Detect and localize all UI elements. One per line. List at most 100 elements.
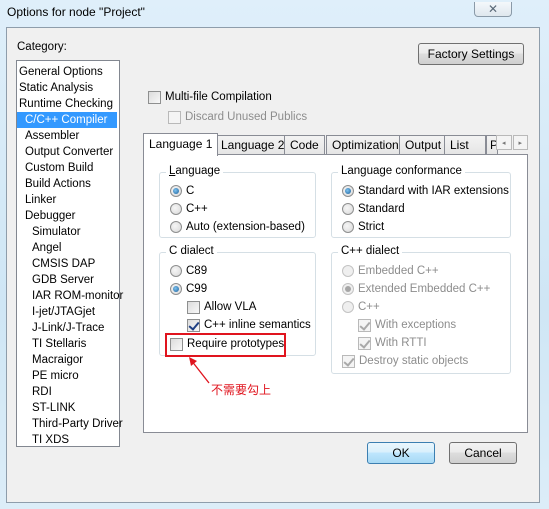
language-auto-radio[interactable]: Auto (extension-based) <box>170 219 305 235</box>
category-item[interactable]: I-jet/JTAGjet <box>17 304 119 320</box>
allow-vla-checkbox[interactable]: Allow VLA <box>187 299 256 315</box>
checkbox-box[interactable] <box>168 110 181 124</box>
category-item[interactable]: ST-LINK <box>17 400 119 416</box>
checkbox-box[interactable] <box>342 354 355 368</box>
radio-circle[interactable] <box>342 283 354 295</box>
discard-unused-publics-label: Discard Unused Publics <box>185 111 308 123</box>
category-item[interactable]: Custom Build <box>17 160 119 176</box>
radio-label: C <box>186 185 195 197</box>
checkbox-box[interactable] <box>187 300 200 314</box>
category-item[interactable]: TI Stellaris <box>17 336 119 352</box>
c89-radio[interactable]: C89 <box>170 263 207 279</box>
tab-scroll-buttons: ◂ ▸ <box>496 135 528 150</box>
scroll-right-icon[interactable]: ▸ <box>512 135 528 150</box>
ok-button[interactable]: OK <box>367 442 435 464</box>
checkbox-box[interactable] <box>187 318 200 332</box>
tab-language-2[interactable]: Language 2 <box>215 135 291 154</box>
radio-circle[interactable] <box>342 265 354 277</box>
language-group: Language C C++ Auto (extension-based) <box>159 165 316 238</box>
checkbox-box[interactable] <box>358 336 371 350</box>
conformance-iar-radio[interactable]: Standard with IAR extensions <box>342 183 509 199</box>
category-item[interactable]: TI XDS <box>17 432 119 448</box>
radio-label: Auto (extension-based) <box>186 221 305 233</box>
conformance-standard-radio[interactable]: Standard <box>342 201 405 217</box>
cpp-radio[interactable]: C++ <box>342 299 380 315</box>
multi-file-compilation-checkbox[interactable]: Multi-file Compilation <box>148 89 272 105</box>
checkbox-box[interactable] <box>148 90 161 104</box>
factory-settings-button[interactable]: Factory Settings <box>418 43 524 65</box>
radio-circle[interactable] <box>342 203 354 215</box>
radio-label: Strict <box>358 221 385 233</box>
category-item[interactable]: Assembler <box>17 128 119 144</box>
radio-circle[interactable] <box>170 265 182 277</box>
category-item[interactable]: C/C++ Compiler <box>17 112 117 128</box>
radio-circle[interactable] <box>342 301 354 313</box>
extended-embedded-cpp-radio[interactable]: Extended Embedded C++ <box>342 281 490 297</box>
tab-language-1[interactable]: Language 1 <box>143 133 219 156</box>
radio-circle[interactable] <box>170 203 182 215</box>
tab-optimizations[interactable]: Optimizations <box>326 135 411 154</box>
language-conformance-group: Language conformance Standard with IAR e… <box>331 165 511 238</box>
language-cpp-radio[interactable]: C++ <box>170 201 208 217</box>
cancel-button[interactable]: Cancel <box>449 442 517 464</box>
category-item[interactable]: GDB Server <box>17 272 119 288</box>
checkbox-label: Destroy static objects <box>359 355 469 367</box>
conformance-strict-radio[interactable]: Strict <box>342 219 384 235</box>
radio-label: C89 <box>186 265 208 277</box>
with-exceptions-checkbox[interactable]: With exceptions <box>358 317 456 333</box>
checkbox-label: With RTTI <box>375 337 427 349</box>
discard-unused-publics-checkbox[interactable]: Discard Unused Publics <box>168 109 307 125</box>
radio-label: C++ <box>186 203 208 215</box>
with-rtti-checkbox[interactable]: With RTTI <box>358 335 427 351</box>
cpp-dialect-group: C++ dialect Embedded C++ Extended Embedd… <box>331 245 511 374</box>
radio-circle[interactable] <box>342 221 354 233</box>
category-item[interactable]: PE micro <box>17 368 119 384</box>
radio-label: Standard <box>358 203 405 215</box>
category-item[interactable]: Third-Party Driver <box>17 416 123 432</box>
radio-label: Standard with IAR extensions <box>358 185 509 197</box>
language-group-title: Language <box>166 165 224 177</box>
tab-panel: Language C C++ Auto (extension-based) La… <box>143 154 528 433</box>
category-item[interactable]: J-Link/J-Trace <box>17 320 119 336</box>
category-item[interactable]: CMSIS DAP <box>17 256 119 272</box>
category-item[interactable]: Build Actions <box>17 176 119 192</box>
cpp-dialect-group-title: C++ dialect <box>338 245 403 257</box>
cpp-inline-semantics-checkbox[interactable]: C++ inline semantics <box>187 317 311 333</box>
close-x-icon: ✕ <box>487 2 499 16</box>
tab-code[interactable]: Code <box>284 135 325 154</box>
category-item[interactable]: Debugger <box>17 208 119 224</box>
category-item[interactable]: Runtime Checking <box>17 96 119 112</box>
category-label: Category: <box>17 41 67 53</box>
multi-file-compilation-label: Multi-file Compilation <box>165 91 272 103</box>
category-item[interactable]: IAR ROM-monitor <box>17 288 123 304</box>
close-button[interactable]: ✕ <box>474 2 512 17</box>
conformance-group-title: Language conformance <box>338 165 465 177</box>
tab-output[interactable]: Output <box>399 135 448 154</box>
embedded-cpp-radio[interactable]: Embedded C++ <box>342 263 439 279</box>
radio-circle[interactable] <box>170 221 182 233</box>
radio-circle[interactable] <box>170 185 182 197</box>
category-item[interactable]: Simulator <box>17 224 119 240</box>
checkbox-label: Allow VLA <box>204 301 257 313</box>
c-dialect-group-title: C dialect <box>166 245 217 257</box>
language-c-radio[interactable]: C <box>170 183 194 199</box>
category-item[interactable]: Angel <box>17 240 119 256</box>
tab-list[interactable]: List <box>444 135 486 154</box>
category-list[interactable]: General Options Static Analysis Runtime Ch… <box>16 60 123 448</box>
category-item[interactable]: Macraigor <box>17 352 119 368</box>
radio-label: C99 <box>186 283 208 295</box>
c99-radio[interactable]: C99 <box>170 281 207 297</box>
radio-label: Embedded C++ <box>358 265 439 277</box>
category-item[interactable]: RDI <box>17 384 119 400</box>
category-item[interactable]: Static Analysis <box>17 80 119 96</box>
category-item[interactable]: Linker <box>17 192 119 208</box>
radio-circle[interactable] <box>170 283 182 295</box>
radio-label: C++ <box>358 301 380 313</box>
destroy-static-objects-checkbox[interactable]: Destroy static objects <box>342 353 468 369</box>
checkbox-box[interactable] <box>358 318 371 332</box>
category-item[interactable]: General Options <box>17 64 119 80</box>
radio-circle[interactable] <box>342 185 354 197</box>
radio-label: Extended Embedded C++ <box>358 283 491 295</box>
scroll-left-icon[interactable]: ◂ <box>496 135 512 150</box>
category-item[interactable]: Output Converter <box>17 144 119 160</box>
